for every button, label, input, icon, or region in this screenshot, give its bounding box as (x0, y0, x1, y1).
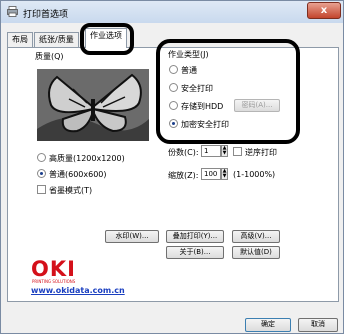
okidata-link[interactable]: www.okidata.com.cn (31, 286, 125, 295)
job-type-group-label: 作业类型(J) (168, 50, 209, 59)
tab-job-options[interactable]: 作业选项 (85, 28, 127, 48)
quality-high-label: 高质量(1200x1200) (49, 154, 125, 163)
scale-stepper[interactable]: ▲ ▼ (221, 168, 228, 180)
butterfly-icon (37, 69, 149, 141)
quality-normal-label: 普通(600x600) (49, 170, 107, 179)
cancel-button[interactable]: 取消 (298, 318, 338, 332)
job-type-store-hdd-radio[interactable] (169, 101, 178, 110)
copies-stepper[interactable]: ▲ ▼ (221, 145, 228, 157)
job-type-secure-label: 安全打印 (181, 84, 213, 93)
tab-layout[interactable]: 布局 (7, 32, 33, 47)
eco-mode-label: 省墨模式(T) (49, 186, 93, 195)
password-button[interactable]: 密码(A)... (234, 99, 280, 112)
oki-logo: OKI (31, 257, 76, 281)
job-type-store-hdd-label: 存储到HDD (181, 102, 224, 111)
close-icon: x (320, 5, 328, 16)
tab-layout-label: 布局 (12, 35, 28, 44)
quality-high-radio[interactable] (37, 153, 46, 162)
about-button[interactable]: 关于(B)... (166, 246, 224, 259)
tab-paper-quality-label: 纸张/质量 (39, 35, 74, 44)
tab-paper-quality[interactable]: 纸张/质量 (34, 32, 79, 47)
quality-normal-radio[interactable] (37, 169, 46, 178)
scale-input[interactable]: 100 (201, 168, 221, 180)
copies-label: 份数(C): (168, 148, 199, 157)
close-button[interactable]: x (307, 2, 341, 19)
ok-button[interactable]: 确定 (245, 318, 291, 332)
scale-range-label: (1-1000%) (233, 170, 276, 179)
scale-label: 缩放(Z): (168, 171, 199, 180)
quality-group-label: 质量(Q) (35, 52, 64, 61)
printer-icon (7, 6, 18, 17)
job-type-encrypted-label: 加密安全打印 (181, 120, 229, 129)
window-title: 打印首选项 (23, 10, 69, 20)
oki-tagline: PRINTING SOLUTIONS (32, 279, 76, 284)
job-type-secure-radio[interactable] (169, 83, 178, 92)
butterfly-preview-image (37, 69, 149, 141)
watermark-button[interactable]: 水印(W)... (105, 230, 159, 243)
reverse-order-checkbox[interactable] (233, 147, 242, 156)
overlay-button[interactable]: 叠加打印(Y)... (166, 230, 224, 243)
job-type-normal-radio[interactable] (169, 65, 178, 74)
job-type-encrypted-radio[interactable] (169, 119, 178, 128)
tab-job-options-label: 作业选项 (90, 31, 122, 40)
eco-mode-checkbox[interactable] (37, 185, 46, 194)
job-type-normal-label: 普通 (181, 66, 197, 75)
advanced-button[interactable]: 高级(V)... (232, 230, 280, 243)
defaults-button[interactable]: 默认值(D) (232, 246, 280, 259)
title-bar: 打印首选项 x (1, 1, 343, 23)
print-preferences-window: 打印首选项 x 布局 纸张/质量 作业选项 质量(Q) 高质量(1200x120… (0, 0, 344, 334)
copies-input[interactable]: 1 (201, 145, 221, 157)
reverse-order-label: 逆序打印 (245, 148, 277, 157)
